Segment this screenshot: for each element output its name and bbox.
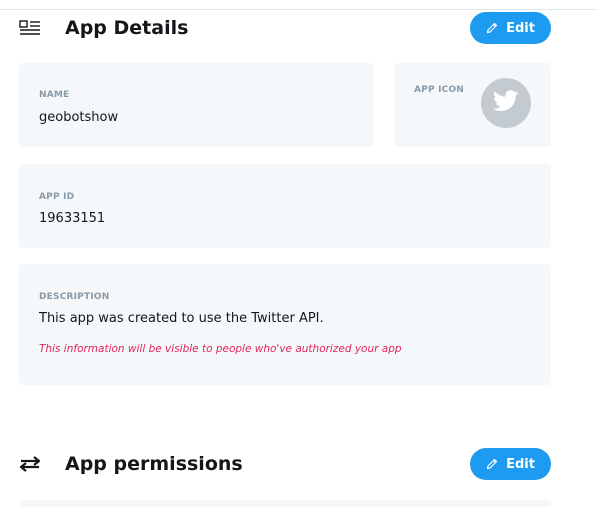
description-card: DESCRIPTION This app was created to use …: [19, 264, 551, 385]
description-label: DESCRIPTION: [39, 292, 110, 302]
app-id-value: 19633151: [39, 211, 106, 226]
edit-label: Edit: [506, 456, 535, 472]
app-id-card: APP ID 19633151: [19, 164, 551, 248]
edit-app-permissions-button[interactable]: Edit: [470, 448, 551, 480]
edit-label: Edit: [506, 20, 535, 36]
permissions-card: [19, 500, 551, 507]
edit-app-details-button[interactable]: Edit: [470, 12, 551, 44]
name-card: NAME geobotshow: [19, 63, 374, 147]
top-divider: [0, 9, 597, 10]
app-permissions-title: App permissions: [65, 453, 243, 475]
description-value: This app was created to use the Twitter …: [39, 311, 324, 326]
pencil-icon: [486, 458, 498, 470]
app-icon-label: APP ICON: [414, 85, 465, 95]
details-list-icon: [19, 17, 41, 39]
name-value: geobotshow: [39, 110, 119, 125]
twitter-bird-icon: [492, 90, 519, 116]
app-permissions-header: App permissions Edit: [19, 447, 551, 481]
swap-arrows-icon: [19, 453, 41, 475]
app-id-label: APP ID: [39, 192, 75, 202]
name-label: NAME: [39, 90, 70, 100]
pencil-icon: [486, 22, 498, 34]
app-details-header: App Details Edit: [19, 11, 551, 45]
app-details-title: App Details: [65, 17, 189, 39]
visibility-note: This information will be visible to peop…: [39, 343, 402, 355]
app-avatar: [481, 78, 531, 128]
app-icon-card: APP ICON: [394, 63, 551, 147]
